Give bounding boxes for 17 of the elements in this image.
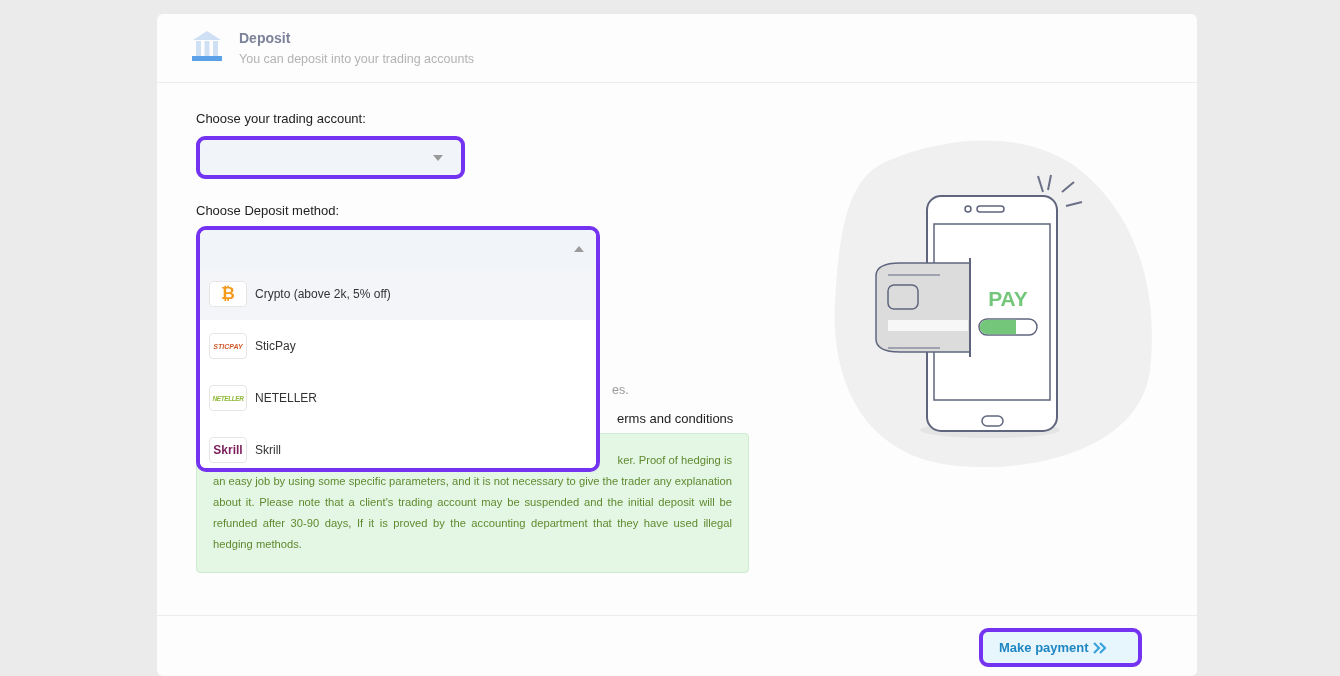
page-title: Deposit	[239, 30, 292, 46]
bitcoin-logo: ₿	[209, 281, 247, 307]
hint-text: es.	[611, 383, 629, 397]
caret-icon	[574, 246, 584, 252]
account-select[interactable]	[196, 136, 465, 179]
dropdown-option[interactable]: ₿ Crypto (above 2k, 5% off)	[200, 268, 596, 320]
payment-logo: Skrill	[209, 437, 247, 463]
caret-icon	[433, 154, 443, 161]
make-payment-button[interactable]: Make payment	[979, 628, 1142, 667]
page-subtitle: You can deposit into your trading accounts	[239, 52, 475, 66]
notice-text: an easy job by using some specific parameters, and it is not necessary to give the trader any explanation about it. Please note that a client's trading account may be suspended and the initial deposit will be refunded after 30-90 days, If it is proved by the accounting department that they have used illegal hedging methods.	[213, 474, 732, 552]
bank-icon	[190, 29, 224, 63]
terms-text: erms and conditions	[616, 411, 734, 426]
field-label: Choose Deposit method:	[196, 203, 340, 218]
double-chevron-icon	[1092, 641, 1108, 654]
field-label: Choose your trading account:	[196, 111, 366, 126]
notice-text: ker. Proof of hedging is	[616, 453, 732, 468]
